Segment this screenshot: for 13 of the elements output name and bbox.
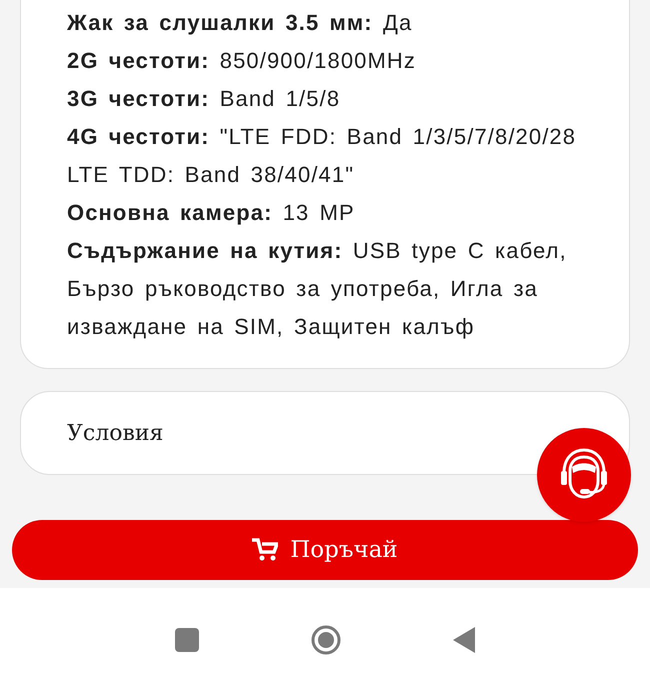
order-button[interactable]: Поръчай <box>12 520 638 580</box>
recents-icon[interactable] <box>175 628 199 652</box>
conditions-card[interactable]: Условия <box>20 391 630 475</box>
conditions-title: Условия <box>67 420 164 448</box>
spec-line: Съдържание на кутия: USB type C кабел, Бързо ръководство за употреба, Игла за изваждане на SIM, Защитен калъф <box>67 237 568 341</box>
home-icon[interactable] <box>311 624 341 654</box>
cart-icon <box>252 538 278 562</box>
back-icon[interactable] <box>453 626 475 652</box>
spec-line: 4G честоти: "LTE FDD: Band 1/3/5/7/8/20/28 LTE TDD: Band 38/40/41" <box>67 123 578 189</box>
spec-line: 2G честоти: 850/900/1800MHz <box>67 47 418 75</box>
spec-line: Жак за слушалки 3.5 мм: Да <box>67 9 414 37</box>
spec-line: Основна камера: 13 MP <box>67 199 356 227</box>
spec-line: 3G честоти: Band 1/5/8 <box>67 85 342 113</box>
